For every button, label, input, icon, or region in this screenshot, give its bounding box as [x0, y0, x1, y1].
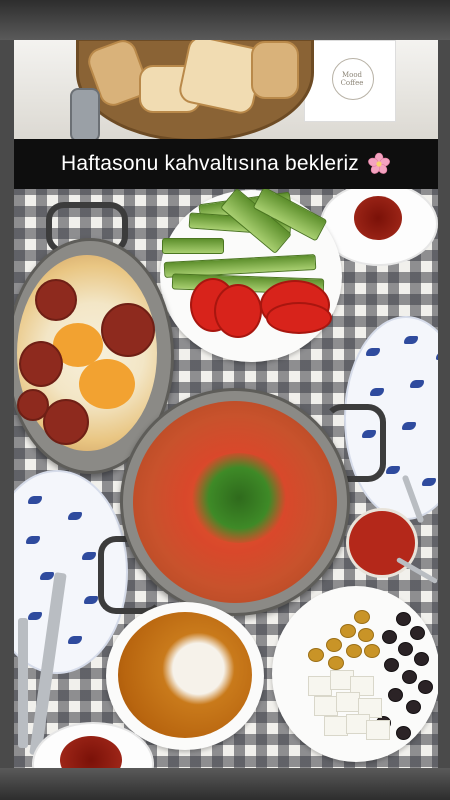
sucuk-slice: [35, 279, 77, 321]
black-olive: [398, 642, 413, 656]
sucuk-slice: [43, 399, 89, 445]
instagram-story: Mood Coffee Haftasonu kahvaltısına bekle…: [0, 0, 450, 800]
black-olive: [382, 630, 397, 644]
story-caption-bar: Haftasonu kahvaltısına bekleriz: [14, 139, 438, 189]
bird-motif: [84, 596, 98, 604]
sucuk-slice: [101, 303, 155, 357]
menemen-pan: [120, 388, 350, 616]
green-olive: [308, 648, 324, 662]
green-olive: [364, 644, 380, 658]
tomato-slice: [214, 284, 262, 338]
bird-motif: [40, 572, 54, 580]
bread-slice: [251, 41, 299, 99]
cheese-cube: [366, 720, 390, 740]
bird-motif: [402, 422, 416, 430]
bird-motif: [366, 348, 380, 356]
bird-motif: [28, 496, 42, 504]
bird-motif: [82, 552, 96, 560]
black-olive: [414, 652, 429, 666]
bird-motif: [26, 536, 40, 544]
fork: [18, 618, 28, 748]
cheese-cube: [324, 716, 348, 736]
bird-motif: [68, 512, 82, 520]
green-olive: [358, 628, 374, 642]
story-bottom-edge: [0, 768, 450, 800]
black-olive: [418, 680, 433, 694]
tea: [60, 736, 122, 768]
story-top-edge: [0, 0, 450, 40]
black-olive: [410, 626, 425, 640]
bird-motif: [370, 388, 384, 396]
black-olive: [396, 726, 411, 740]
black-olive: [388, 688, 403, 702]
green-olive: [346, 644, 362, 658]
black-olive: [396, 612, 411, 626]
green-olive: [340, 624, 356, 638]
green-olive: [354, 610, 370, 624]
bird-motif: [404, 336, 418, 344]
black-olive: [406, 700, 421, 714]
cherry-blossom-icon: [368, 152, 390, 174]
cafe-logo-text: Mood Coffee: [340, 71, 364, 87]
bird-motif: [436, 352, 438, 360]
cheese-cube: [308, 676, 332, 696]
tea: [354, 196, 402, 240]
black-olive: [402, 670, 417, 684]
sucuk-slice: [19, 341, 63, 387]
tomato-slice: [266, 302, 332, 334]
salt-shaker: [70, 88, 100, 142]
cheese-cube: [314, 696, 338, 716]
egg-yolk: [79, 359, 135, 409]
parsley-garnish: [189, 453, 289, 543]
bird-motif: [386, 466, 400, 474]
honey-and-cream: [118, 612, 252, 738]
green-olive: [328, 656, 344, 670]
story-caption: Haftasonu kahvaltısına bekleriz: [60, 152, 360, 175]
cucumber-slice: [162, 238, 224, 254]
bird-motif: [28, 612, 42, 620]
sucuk-slice: [17, 389, 49, 421]
cheese-cube: [336, 692, 360, 712]
bird-motif: [422, 478, 436, 486]
green-olive: [326, 638, 342, 652]
black-olive: [384, 658, 399, 672]
bird-motif: [68, 636, 82, 644]
bird-motif: [410, 380, 424, 388]
